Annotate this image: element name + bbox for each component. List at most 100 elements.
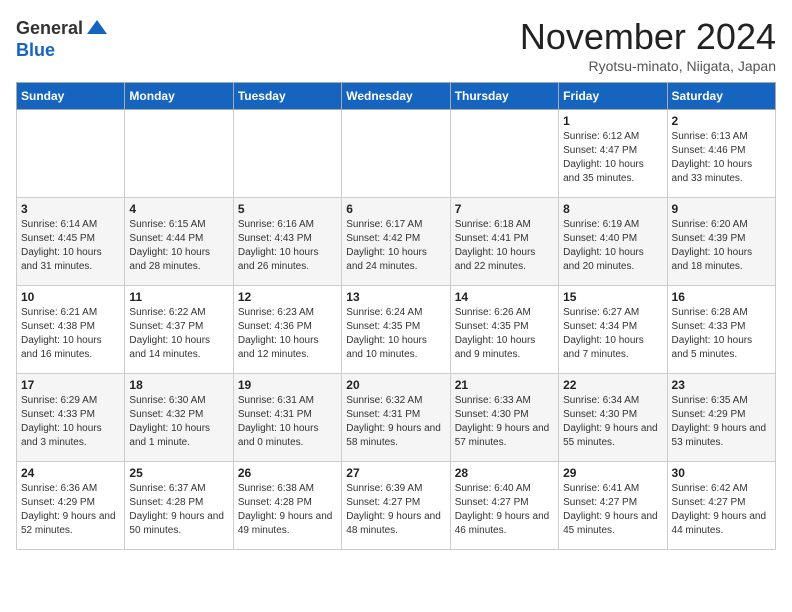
day-info: Sunrise: 6:15 AM Sunset: 4:44 PM Dayligh… xyxy=(129,218,228,274)
calendar-cell: 28 Sunrise: 6:40 AM Sunset: 4:27 PM Dayli… xyxy=(450,462,558,550)
calendar-cell: 23 Sunrise: 6:35 AM Sunset: 4:29 PM Dayli… xyxy=(667,374,775,462)
calendar-week-row: 1Sunrise: 6:12 AM Sunset: 4:47 PM Daylig… xyxy=(17,110,776,198)
day-number: 22 xyxy=(563,378,662,392)
logo-blue-text: Blue xyxy=(16,40,55,61)
day-number: 11 xyxy=(129,290,228,304)
day-info: Sunrise: 6:19 AM Sunset: 4:40 PM Dayligh… xyxy=(563,218,662,274)
day-number: 20 xyxy=(346,378,445,392)
calendar-header-monday: Monday xyxy=(125,83,233,110)
day-info: Sunrise: 6:29 AM Sunset: 4:33 PM Dayligh… xyxy=(21,394,120,450)
calendar-week-row: 3Sunrise: 6:14 AM Sunset: 4:45 PM Daylig… xyxy=(17,198,776,286)
day-info: Sunrise: 6:13 AM Sunset: 4:46 PM Dayligh… xyxy=(672,130,771,186)
calendar-cell: 2 Sunrise: 6:13 AM Sunset: 4:46 PM Daylig… xyxy=(667,110,775,198)
title-section: November 2024 Ryotsu-minato, Niigata, Ja… xyxy=(520,16,776,74)
day-number: 28 xyxy=(455,466,554,480)
day-info: Sunrise: 6:24 AM Sunset: 4:35 PM Dayligh… xyxy=(346,306,445,362)
day-info: Sunrise: 6:28 AM Sunset: 4:33 PM Dayligh… xyxy=(672,306,771,362)
calendar-header-sunday: Sunday xyxy=(17,83,125,110)
day-info: Sunrise: 6:30 AM Sunset: 4:32 PM Dayligh… xyxy=(129,394,228,450)
calendar-cell: 20 Sunrise: 6:32 AM Sunset: 4:31 PM Dayli… xyxy=(342,374,450,462)
calendar-cell xyxy=(450,110,558,198)
day-number: 13 xyxy=(346,290,445,304)
day-number: 26 xyxy=(238,466,337,480)
day-number: 24 xyxy=(21,466,120,480)
day-info: Sunrise: 6:21 AM Sunset: 4:38 PM Dayligh… xyxy=(21,306,120,362)
calendar-cell: 24Sunrise: 6:36 AM Sunset: 4:29 PM Dayli… xyxy=(17,462,125,550)
calendar-header-thursday: Thursday xyxy=(450,83,558,110)
day-number: 1 xyxy=(563,114,662,128)
calendar-cell: 27 Sunrise: 6:39 AM Sunset: 4:27 PM Dayli… xyxy=(342,462,450,550)
day-info: Sunrise: 6:35 AM Sunset: 4:29 PM Dayligh… xyxy=(672,394,771,450)
day-info: Sunrise: 6:18 AM Sunset: 4:41 PM Dayligh… xyxy=(455,218,554,274)
logo: General Blue xyxy=(16,16,109,61)
day-number: 12 xyxy=(238,290,337,304)
calendar-cell: 18 Sunrise: 6:30 AM Sunset: 4:32 PM Dayli… xyxy=(125,374,233,462)
calendar-cell: 6Sunrise: 6:17 AM Sunset: 4:42 PM Daylig… xyxy=(342,198,450,286)
calendar-header-saturday: Saturday xyxy=(667,83,775,110)
day-info: Sunrise: 6:20 AM Sunset: 4:39 PM Dayligh… xyxy=(672,218,771,274)
day-number: 17 xyxy=(21,378,120,392)
calendar-cell: 19 Sunrise: 6:31 AM Sunset: 4:31 PM Dayli… xyxy=(233,374,341,462)
calendar-cell: 30 Sunrise: 6:42 AM Sunset: 4:27 PM Dayli… xyxy=(667,462,775,550)
day-number: 9 xyxy=(672,202,771,216)
day-number: 8 xyxy=(563,202,662,216)
calendar-week-row: 17 Sunrise: 6:29 AM Sunset: 4:33 PM Dayli… xyxy=(17,374,776,462)
calendar-header-wednesday: Wednesday xyxy=(342,83,450,110)
day-number: 6 xyxy=(346,202,445,216)
day-info: Sunrise: 6:40 AM Sunset: 4:27 PM Dayligh… xyxy=(455,482,554,538)
calendar-cell: 1Sunrise: 6:12 AM Sunset: 4:47 PM Daylig… xyxy=(559,110,667,198)
day-number: 2 xyxy=(672,114,771,128)
calendar-header-row: SundayMondayTuesdayWednesdayThursdayFrid… xyxy=(17,83,776,110)
calendar-cell: 8 Sunrise: 6:19 AM Sunset: 4:40 PM Daylig… xyxy=(559,198,667,286)
page-header: General Blue November 2024 Ryotsu-minato… xyxy=(16,16,776,74)
day-number: 3 xyxy=(21,202,120,216)
calendar-cell: 21Sunrise: 6:33 AM Sunset: 4:30 PM Dayli… xyxy=(450,374,558,462)
day-info: Sunrise: 6:41 AM Sunset: 4:27 PM Dayligh… xyxy=(563,482,662,538)
calendar-header-tuesday: Tuesday xyxy=(233,83,341,110)
day-number: 18 xyxy=(129,378,228,392)
day-info: Sunrise: 6:31 AM Sunset: 4:31 PM Dayligh… xyxy=(238,394,337,450)
calendar-cell: 15Sunrise: 6:27 AM Sunset: 4:34 PM Dayli… xyxy=(559,286,667,374)
day-number: 30 xyxy=(672,466,771,480)
day-number: 19 xyxy=(238,378,337,392)
calendar-table: SundayMondayTuesdayWednesdayThursdayFrid… xyxy=(16,82,776,550)
calendar-cell: 9 Sunrise: 6:20 AM Sunset: 4:39 PM Daylig… xyxy=(667,198,775,286)
calendar-cell xyxy=(17,110,125,198)
day-number: 7 xyxy=(455,202,554,216)
calendar-cell xyxy=(125,110,233,198)
day-number: 29 xyxy=(563,466,662,480)
day-info: Sunrise: 6:27 AM Sunset: 4:34 PM Dayligh… xyxy=(563,306,662,362)
calendar-cell: 16 Sunrise: 6:28 AM Sunset: 4:33 PM Dayli… xyxy=(667,286,775,374)
calendar-cell: 25Sunrise: 6:37 AM Sunset: 4:28 PM Dayli… xyxy=(125,462,233,550)
calendar-cell: 17 Sunrise: 6:29 AM Sunset: 4:33 PM Dayli… xyxy=(17,374,125,462)
day-info: Sunrise: 6:37 AM Sunset: 4:28 PM Dayligh… xyxy=(129,482,228,538)
logo-icon xyxy=(85,16,109,40)
day-info: Sunrise: 6:42 AM Sunset: 4:27 PM Dayligh… xyxy=(672,482,771,538)
calendar-cell: 12Sunrise: 6:23 AM Sunset: 4:36 PM Dayli… xyxy=(233,286,341,374)
day-number: 4 xyxy=(129,202,228,216)
month-title: November 2024 xyxy=(520,16,776,58)
calendar-cell: 29 Sunrise: 6:41 AM Sunset: 4:27 PM Dayli… xyxy=(559,462,667,550)
day-info: Sunrise: 6:16 AM Sunset: 4:43 PM Dayligh… xyxy=(238,218,337,274)
day-info: Sunrise: 6:32 AM Sunset: 4:31 PM Dayligh… xyxy=(346,394,445,450)
day-info: Sunrise: 6:26 AM Sunset: 4:35 PM Dayligh… xyxy=(455,306,554,362)
calendar-cell: 7 Sunrise: 6:18 AM Sunset: 4:41 PM Daylig… xyxy=(450,198,558,286)
day-number: 5 xyxy=(238,202,337,216)
day-info: Sunrise: 6:39 AM Sunset: 4:27 PM Dayligh… xyxy=(346,482,445,538)
calendar-cell: 4 Sunrise: 6:15 AM Sunset: 4:44 PM Daylig… xyxy=(125,198,233,286)
day-number: 23 xyxy=(672,378,771,392)
day-number: 16 xyxy=(672,290,771,304)
logo-general-text: General xyxy=(16,18,83,39)
calendar-cell xyxy=(233,110,341,198)
location-text: Ryotsu-minato, Niigata, Japan xyxy=(520,58,776,74)
calendar-week-row: 10Sunrise: 6:21 AM Sunset: 4:38 PM Dayli… xyxy=(17,286,776,374)
day-number: 27 xyxy=(346,466,445,480)
day-info: Sunrise: 6:22 AM Sunset: 4:37 PM Dayligh… xyxy=(129,306,228,362)
calendar-cell: 22Sunrise: 6:34 AM Sunset: 4:30 PM Dayli… xyxy=(559,374,667,462)
calendar-cell: 11 Sunrise: 6:22 AM Sunset: 4:37 PM Dayli… xyxy=(125,286,233,374)
calendar-cell: 10Sunrise: 6:21 AM Sunset: 4:38 PM Dayli… xyxy=(17,286,125,374)
calendar-cell: 13 Sunrise: 6:24 AM Sunset: 4:35 PM Dayli… xyxy=(342,286,450,374)
calendar-cell: 5 Sunrise: 6:16 AM Sunset: 4:43 PM Daylig… xyxy=(233,198,341,286)
day-info: Sunrise: 6:38 AM Sunset: 4:28 PM Dayligh… xyxy=(238,482,337,538)
calendar-cell: 3Sunrise: 6:14 AM Sunset: 4:45 PM Daylig… xyxy=(17,198,125,286)
